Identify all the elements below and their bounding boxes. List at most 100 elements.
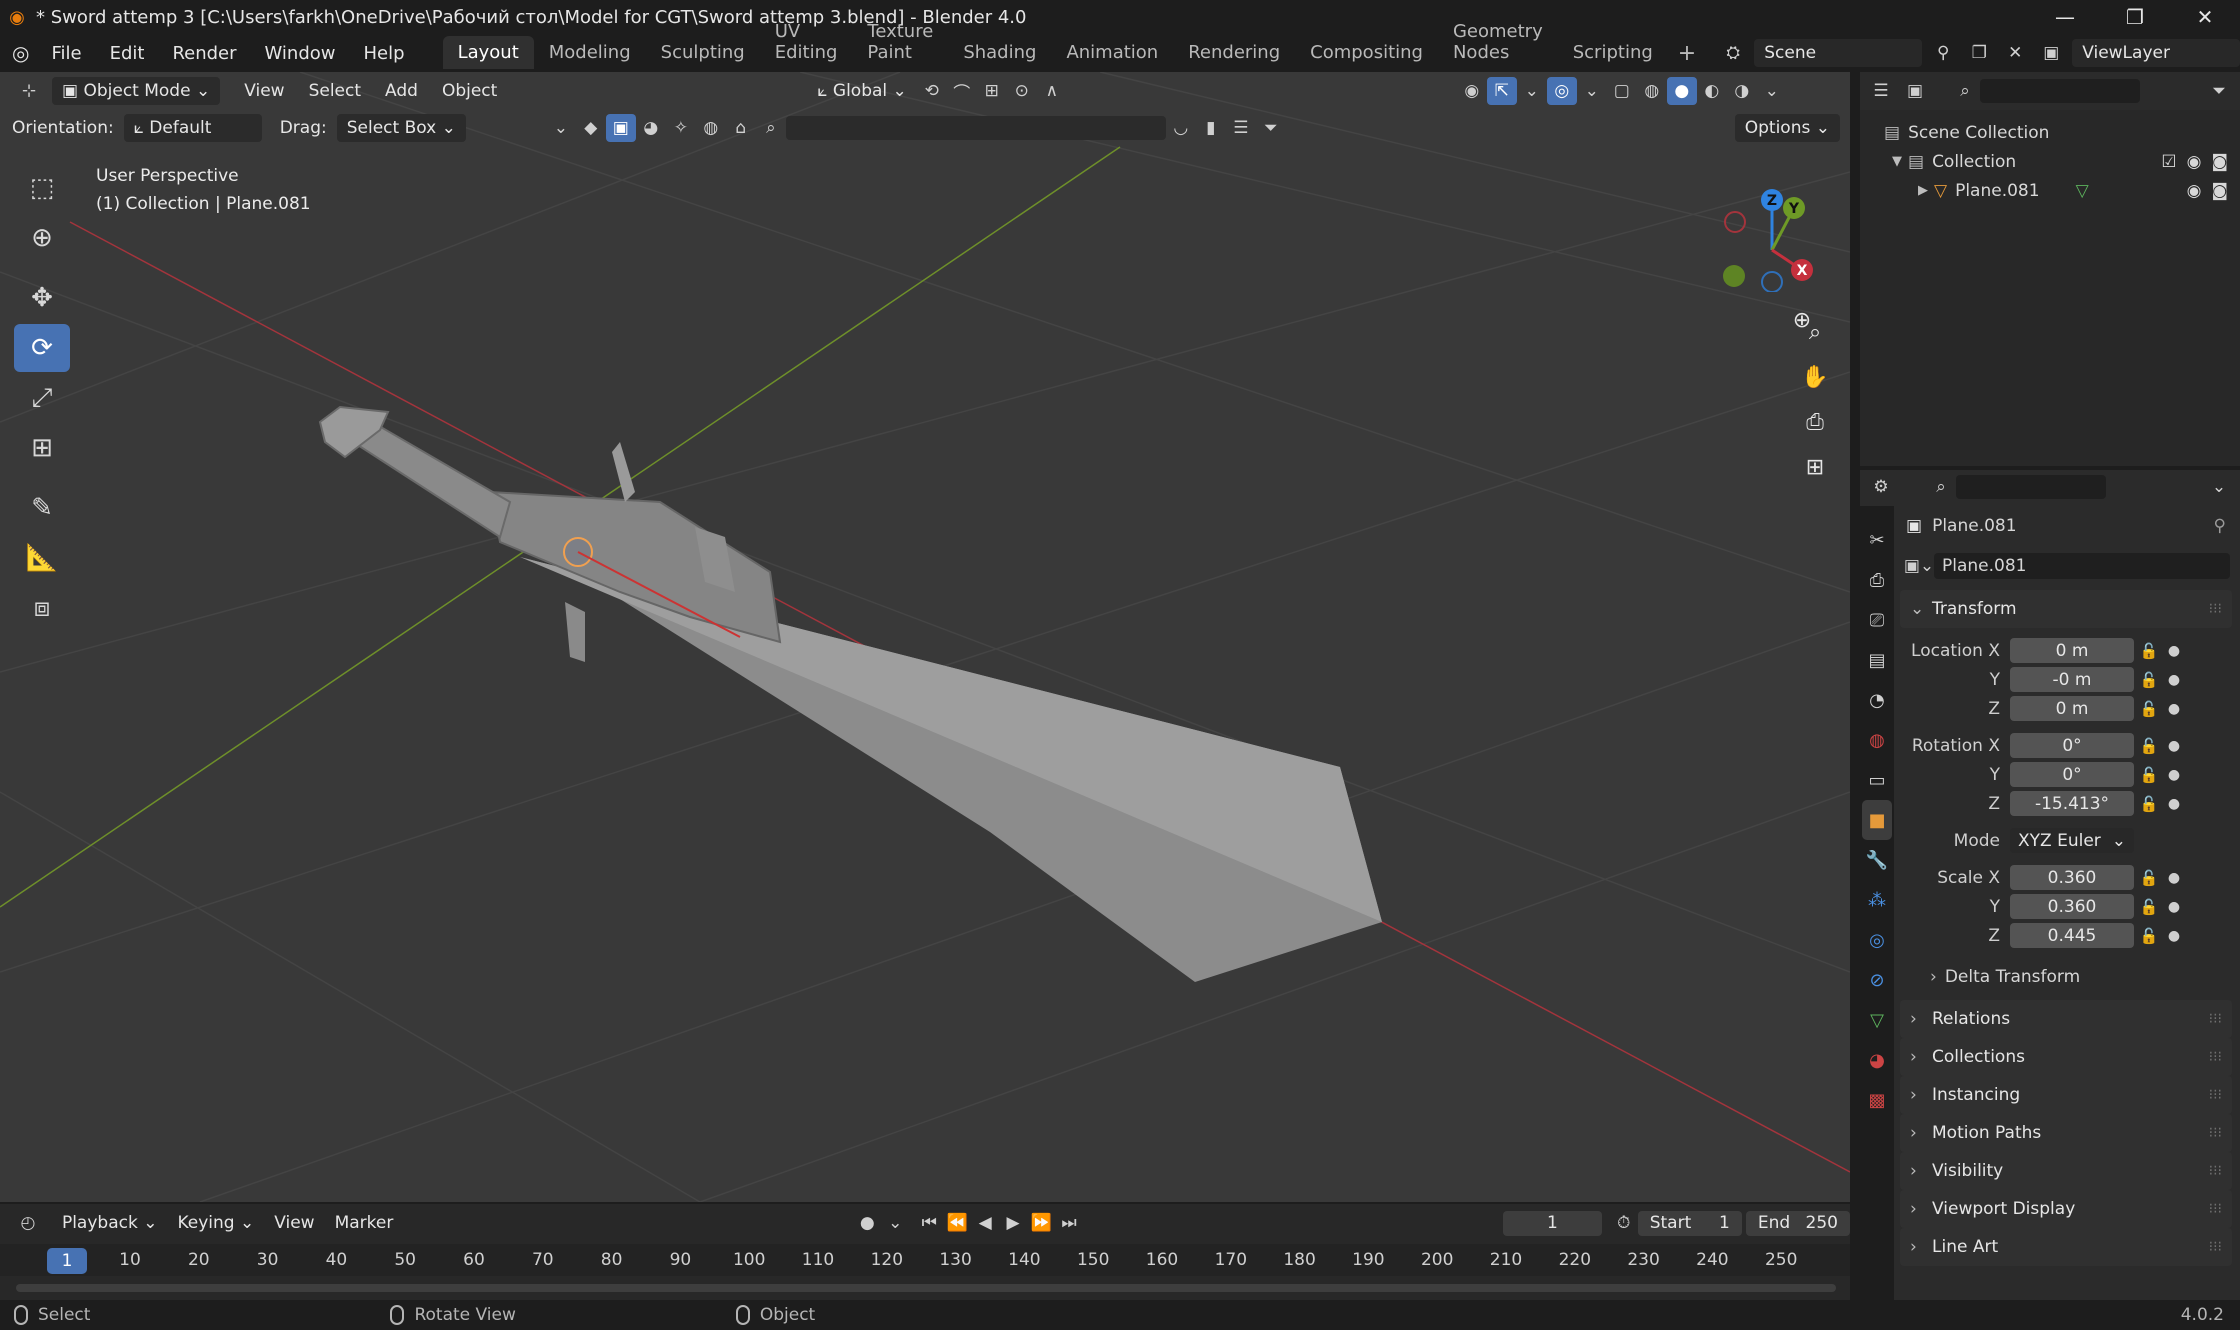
overlays-dropdown-icon[interactable]: ⌄ — [1577, 77, 1607, 105]
color-filter-icon[interactable]: ◆ — [576, 114, 606, 142]
timeline-scrollbar[interactable] — [16, 1284, 1836, 1292]
record-icon[interactable]: ● — [853, 1209, 881, 1237]
outliner-search-icon[interactable]: ⌕ — [1950, 77, 1980, 105]
menu-add[interactable]: Add — [375, 77, 428, 105]
expand-arrow-icon[interactable]: ▶ — [1918, 183, 1928, 198]
minimize-button[interactable]: — — [2030, 0, 2100, 34]
cursor-tool-icon[interactable]: ⊕ — [14, 214, 70, 262]
relations-panel-header[interactable]: › Relations ⁝⁝⁝ — [1900, 1000, 2232, 1038]
play-icon[interactable]: ▶ — [999, 1209, 1027, 1237]
motion-paths-panel-header[interactable]: › Motion Paths ⁝⁝⁝ — [1900, 1114, 2232, 1152]
camera-icon[interactable]: ◙ — [2212, 152, 2229, 172]
keyframe-dot-icon[interactable]: ● — [2164, 738, 2184, 754]
shading-rendered-icon[interactable]: ◑ — [1727, 77, 1757, 105]
perspective-toggle-icon[interactable]: ⊞ — [1795, 447, 1835, 487]
visibility-icon[interactable]: ◉ — [1457, 77, 1487, 105]
select-filter-world-icon[interactable]: ◍ — [696, 114, 726, 142]
sword-crossguard[interactable] — [488, 490, 782, 644]
timeline-view-menu[interactable]: View — [264, 1209, 324, 1237]
move-tool-icon[interactable]: ✥ — [14, 274, 70, 322]
drag-dropdown[interactable]: Select Box ⌄ — [336, 114, 466, 142]
rotation-y-field[interactable]: 0° — [2010, 762, 2134, 787]
keying-menu[interactable]: Keying ⌄ — [167, 1209, 264, 1237]
orientation-dropdown[interactable]: ⟀ Default — [123, 114, 262, 142]
record-options-icon[interactable]: ⌄ — [881, 1209, 909, 1237]
falloff-icon[interactable]: ∧ — [1037, 77, 1067, 105]
search-icon[interactable]: ⌕ — [756, 114, 786, 142]
physics-tab-icon[interactable]: ◎ — [1862, 920, 1892, 960]
pin-icon[interactable]: ⚲ — [2214, 516, 2226, 536]
keyframe-dot-icon[interactable]: ● — [2164, 672, 2184, 688]
scale-tool-icon[interactable]: ⤢ — [14, 374, 70, 422]
xray-toggle-icon[interactable]: ▢ — [1607, 77, 1637, 105]
keyframe-dot-icon[interactable]: ● — [2164, 796, 2184, 812]
select-filter-light-icon[interactable]: ✧ — [666, 114, 696, 142]
rotation-mode-dropdown[interactable]: XYZ Euler ⌄ — [2010, 828, 2134, 853]
tab-rendering[interactable]: Rendering — [1173, 36, 1295, 69]
filter-list-icon[interactable]: ☰ — [1226, 114, 1256, 142]
rotate-tool-icon[interactable]: ⟳ — [14, 324, 70, 372]
object-mode-dropdown[interactable]: ▣ Object Mode ⌄ — [52, 77, 221, 105]
3d-viewport[interactable]: ⊹ ▣ Object Mode ⌄ View Select Add Object… — [0, 72, 1850, 1202]
jump-start-icon[interactable]: ⏮ — [915, 1209, 943, 1237]
prev-keyframe-icon[interactable]: ⏪ — [943, 1209, 971, 1237]
view-layer-tab-icon[interactable]: ▤ — [1862, 640, 1892, 680]
search-input[interactable] — [785, 116, 1166, 140]
lock-icon[interactable]: 🔓 — [2134, 737, 2164, 755]
pan-hand-icon[interactable]: ✋ — [1795, 357, 1835, 397]
outliner-filter-icon[interactable]: ⏷ — [2204, 77, 2234, 105]
menu-view[interactable]: View — [234, 77, 294, 105]
current-frame-field[interactable]: 1 — [1502, 1210, 1602, 1236]
collection-tab-icon[interactable]: ▭ — [1862, 760, 1892, 800]
drag-grip-icon[interactable]: ⁝⁝⁝ — [2209, 1049, 2222, 1065]
texture-tab-icon[interactable]: ▩ — [1862, 1080, 1892, 1120]
select-box-tool-icon[interactable]: ⬚ — [14, 164, 70, 212]
tab-scripting[interactable]: Scripting — [1558, 36, 1668, 69]
neg-z-axis-handle[interactable] — [1761, 271, 1783, 292]
gizmo-toggle-icon[interactable]: ⇱ — [1486, 77, 1517, 105]
datablock-name-field[interactable]: Plane.081 — [1934, 553, 2230, 579]
new-scene-icon[interactable]: ❐ — [1964, 39, 1994, 67]
object-tab-icon[interactable]: ■ — [1862, 800, 1892, 840]
tab-shading[interactable]: Shading — [948, 36, 1051, 69]
properties-search-input[interactable] — [1956, 475, 2106, 499]
transform-orientation-dropdown[interactable]: ⟀ Global ⌄ — [807, 77, 916, 105]
drag-grip-icon[interactable]: ⁝⁝⁝ — [2209, 1239, 2222, 1255]
shading-material-icon[interactable]: ◐ — [1697, 77, 1727, 105]
end-frame-field[interactable]: End 250 — [1745, 1210, 1850, 1236]
maximize-button[interactable]: ❐ — [2100, 0, 2170, 34]
keyframe-dot-icon[interactable]: ● — [2164, 701, 2184, 717]
constraints-tab-icon[interactable]: ⊘ — [1862, 960, 1892, 1000]
eye-icon[interactable]: ◉ — [2187, 181, 2202, 201]
transform-panel-header[interactable]: ⌄ Transform ⁝⁝⁝ — [1900, 590, 2232, 628]
mesh-data-icon[interactable]: ▽ — [2076, 181, 2089, 201]
properties-search-icon[interactable]: ⌕ — [1926, 473, 1956, 501]
sync-icon[interactable]: ◡ — [1166, 114, 1196, 142]
neg-x-axis-handle[interactable] — [1724, 211, 1746, 233]
outliner-row-scene-collection[interactable]: ▤ Scene Collection — [1860, 118, 2240, 147]
frame-cursor[interactable]: 1 — [47, 1248, 87, 1274]
lock-icon[interactable]: 🔓 — [2134, 671, 2164, 689]
render-tab-icon[interactable]: ⎙ — [1862, 560, 1892, 600]
keyframe-dot-icon[interactable]: ● — [2164, 928, 2184, 944]
drag-grip-icon[interactable]: ⁝⁝⁝ — [2209, 601, 2222, 617]
options-dropdown[interactable]: Options ⌄ — [1734, 114, 1840, 142]
next-keyframe-icon[interactable]: ⏩ — [1027, 1209, 1055, 1237]
rotation-z-field[interactable]: -15.413° — [2010, 791, 2134, 816]
scale-x-field[interactable]: 0.360 — [2010, 865, 2134, 890]
menu-render[interactable]: Render — [158, 43, 250, 64]
lock-icon[interactable]: 🔓 — [2134, 642, 2164, 660]
menu-window[interactable]: Window — [251, 43, 350, 64]
material-tab-icon[interactable]: ◕ — [1862, 1040, 1892, 1080]
instancing-panel-header[interactable]: › Instancing ⁝⁝⁝ — [1900, 1076, 2232, 1114]
viewlayer-selector-icon[interactable]: ▣ — [2036, 39, 2066, 67]
stopwatch-icon[interactable]: ⏱ — [1610, 1209, 1638, 1237]
jump-end-icon[interactable]: ⏭ — [1055, 1209, 1083, 1237]
drag-grip-icon[interactable]: ⁝⁝⁝ — [2209, 1011, 2222, 1027]
tab-sculpting[interactable]: Sculpting — [646, 36, 760, 69]
lock-icon[interactable]: 🔓 — [2134, 927, 2164, 945]
axis-gizmo[interactable]: Z Y X — [1710, 172, 1830, 292]
keyframe-dot-icon[interactable]: ● — [2164, 643, 2184, 659]
expand-arrow-icon[interactable]: ▼ — [1892, 154, 1902, 169]
select-filter-mesh-icon[interactable]: ▣ — [605, 114, 636, 142]
